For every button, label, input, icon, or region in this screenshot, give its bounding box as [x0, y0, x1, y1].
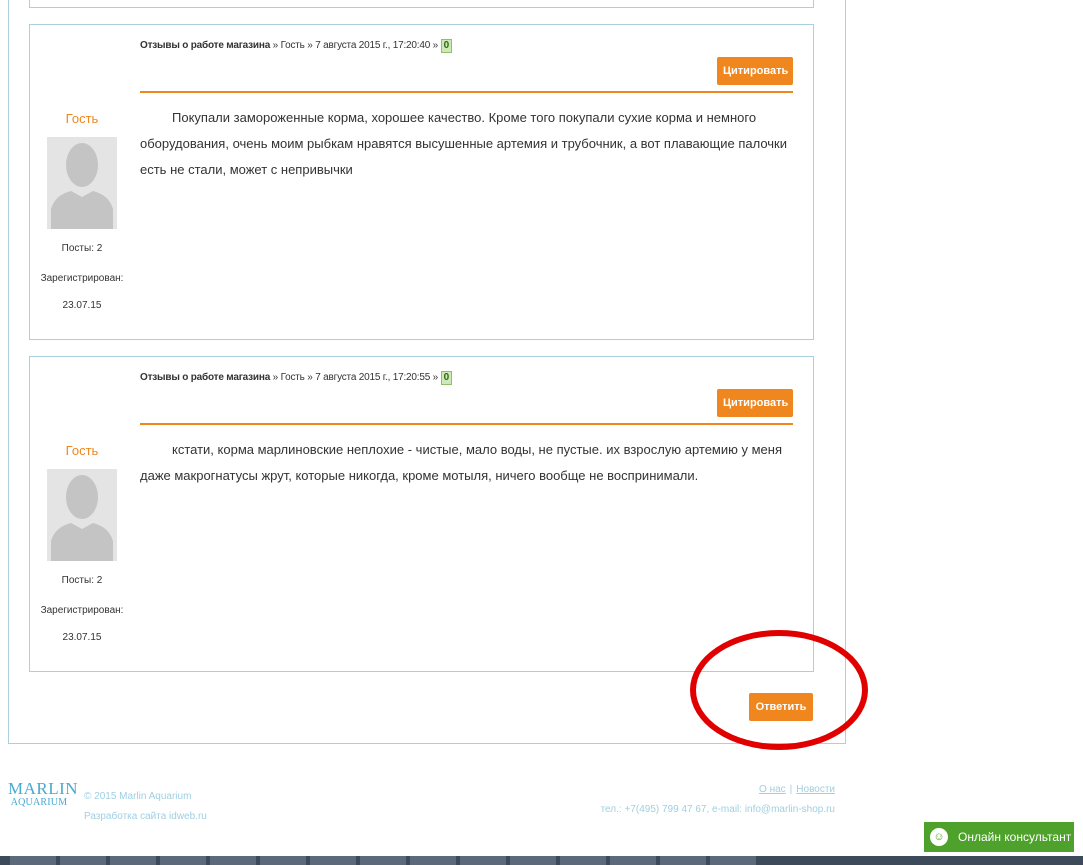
registered-date: 23.07.15	[62, 632, 102, 643]
quote-button[interactable]: Цитировать	[717, 389, 793, 417]
post-meta-text: » Гость » 7 августа 2015 г., 17:20:40 »	[270, 40, 441, 51]
site-logo[interactable]: MARLIN AQUARIUM	[8, 779, 79, 810]
post-meta: Отзывы о работе магазина » Гость » 7 авг…	[140, 39, 452, 53]
avatar-placeholder-icon	[47, 137, 117, 229]
forum-post: Отзывы о работе магазина » Гость » 7 авг…	[29, 24, 814, 340]
taskbar-item[interactable]	[710, 856, 756, 865]
taskbar-item[interactable]	[310, 856, 356, 865]
online-consultant-button[interactable]: ☺ Онлайн консультант	[924, 822, 1074, 852]
logo-line-2: AQUARIUM	[10, 797, 68, 808]
taskbar-item[interactable]	[460, 856, 506, 865]
author-name[interactable]: Гость	[30, 111, 134, 126]
developer-link[interactable]: Разработка сайта idweb.ru	[84, 807, 207, 827]
copyright-text: © 2015 Marlin Aquarium	[84, 791, 192, 802]
consultant-label: Онлайн консультант	[958, 830, 1072, 844]
taskbar-item[interactable]	[360, 856, 406, 865]
post-text: кстати, корма марлиновские неплохие - чи…	[140, 442, 782, 483]
quote-button[interactable]: Цитировать	[717, 57, 793, 85]
avatar	[47, 137, 117, 229]
taskbar-item[interactable]	[160, 856, 206, 865]
post-divider	[140, 423, 793, 425]
taskbar-item[interactable]	[110, 856, 156, 865]
posts-count: Посты: 2	[61, 575, 103, 586]
registered-date: 23.07.15	[62, 300, 102, 311]
taskbar-item[interactable]	[410, 856, 456, 865]
previous-post-edge	[29, 0, 814, 8]
reply-button[interactable]: Ответить	[749, 693, 813, 721]
post-meta-text: » Гость » 7 августа 2015 г., 17:20:55 »	[270, 372, 441, 383]
taskbar-item[interactable]	[560, 856, 606, 865]
rating-badge[interactable]: 0	[440, 39, 452, 53]
registered-label: Зарегистрирован:	[40, 605, 124, 616]
registered-label: Зарегистрирован:	[40, 273, 124, 284]
chat-icon: ☺	[930, 828, 948, 846]
contacts-text: тел.: +7(495) 799 47 67, e-mail: info@ma…	[600, 804, 835, 815]
avatar	[47, 469, 117, 561]
rating-badge[interactable]: 0	[440, 371, 452, 385]
taskbar-item[interactable]	[10, 856, 56, 865]
footer-link-separator: |	[789, 784, 793, 795]
footer-left: © 2015 Marlin Aquarium Разработка сайта …	[84, 787, 207, 827]
post-text: Покупали замороженные корма, хорошее кач…	[140, 110, 787, 177]
author-name[interactable]: Гость	[30, 443, 134, 458]
forum-link[interactable]: Отзывы о работе магазина	[140, 40, 270, 51]
taskbar-item[interactable]	[660, 856, 706, 865]
about-link[interactable]: О нас	[759, 784, 786, 795]
post-divider	[140, 91, 793, 93]
taskbar	[0, 856, 1083, 865]
taskbar-item[interactable]	[210, 856, 256, 865]
forum-post: Отзывы о работе магазина » Гость » 7 авг…	[29, 356, 814, 672]
taskbar-item[interactable]	[510, 856, 556, 865]
avatar-placeholder-icon	[47, 469, 117, 561]
taskbar-item[interactable]	[610, 856, 656, 865]
footer-right: О нас | Новости тел.: +7(495) 799 47 67, e…	[601, 780, 835, 820]
forum-link[interactable]: Отзывы о работе магазина	[140, 372, 270, 383]
posts-count: Посты: 2	[61, 243, 103, 254]
logo-line-1: MARLIN	[8, 779, 79, 798]
taskbar-item[interactable]	[260, 856, 306, 865]
post-meta: Отзывы о работе магазина » Гость » 7 авг…	[140, 371, 452, 385]
taskbar-item[interactable]	[60, 856, 106, 865]
news-link[interactable]: Новости	[796, 784, 835, 795]
